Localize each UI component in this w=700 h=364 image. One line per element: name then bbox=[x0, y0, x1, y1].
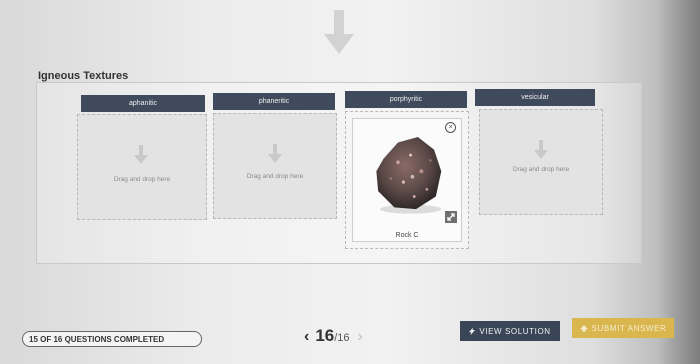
submit-answer-button[interactable]: SUBMIT ANSWER bbox=[572, 318, 674, 338]
view-solution-label: VIEW SOLUTION bbox=[479, 326, 551, 336]
pagination: ‹ 16 /16 › bbox=[304, 326, 363, 348]
down-arrow-icon bbox=[268, 144, 282, 163]
bolt-icon bbox=[469, 327, 476, 335]
down-arrow-icon bbox=[534, 140, 548, 159]
section-title: Igneous Textures bbox=[38, 70, 129, 82]
column-vesicular: vesicular Drag and drop here bbox=[475, 89, 603, 215]
faded-down-arrow-icon bbox=[324, 10, 354, 54]
rock-card[interactable]: × Rock C bbox=[352, 118, 462, 242]
drop-hint: Drag and drop here bbox=[246, 173, 304, 180]
column-header: phaneritic bbox=[213, 93, 335, 110]
column-porphyritic: porphyritic × Rock C bbox=[345, 91, 469, 249]
view-solution-button[interactable]: VIEW SOLUTION bbox=[460, 321, 560, 341]
textures-panel: aphanitic Drag and drop here phaneritic … bbox=[36, 82, 642, 264]
chevron-left-icon[interactable]: ‹ bbox=[304, 328, 309, 346]
column-header: porphyritic bbox=[345, 91, 467, 108]
down-arrow-icon bbox=[134, 145, 148, 164]
screen-edge-shadow bbox=[658, 0, 700, 364]
page-current: 16 bbox=[315, 326, 335, 345]
column-header: vesicular bbox=[475, 89, 595, 106]
chevron-right-icon[interactable]: › bbox=[358, 328, 363, 346]
upload-icon bbox=[579, 324, 588, 332]
column-header: aphanitic bbox=[81, 95, 205, 112]
drop-zone[interactable]: Drag and drop here bbox=[479, 109, 603, 215]
column-aphanitic: aphanitic Drag and drop here bbox=[77, 95, 207, 220]
rock-label: Rock C bbox=[395, 232, 419, 239]
drop-zone[interactable]: Drag and drop here bbox=[213, 113, 337, 219]
progress-indicator: 15 OF 16 QUESTIONS COMPLETED bbox=[22, 331, 202, 347]
drop-hint: Drag and drop here bbox=[512, 166, 570, 173]
drop-zone[interactable]: Drag and drop here bbox=[77, 114, 207, 220]
page-total: /16 bbox=[334, 332, 350, 344]
column-phaneritic: phaneritic Drag and drop here bbox=[213, 93, 337, 219]
submit-answer-label: SUBMIT ANSWER bbox=[591, 323, 667, 333]
expand-icon[interactable] bbox=[445, 211, 457, 223]
drop-zone[interactable]: × Rock C bbox=[345, 111, 469, 249]
drop-hint: Drag and drop here bbox=[113, 176, 171, 183]
